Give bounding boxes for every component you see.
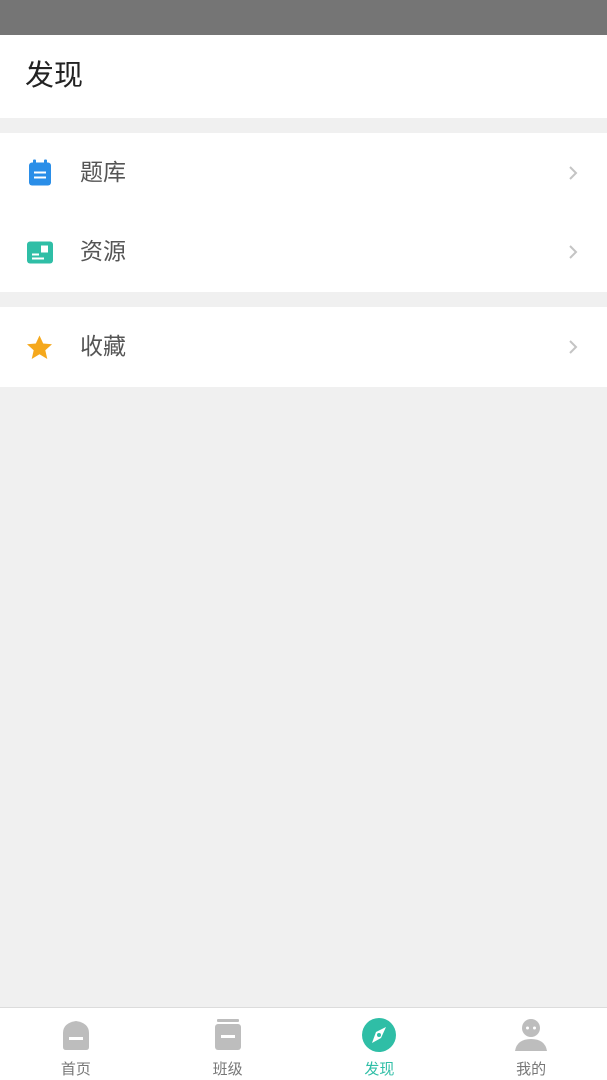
tab-profile[interactable]: 我的 bbox=[455, 1008, 607, 1080]
chevron-right-icon bbox=[567, 244, 579, 260]
bottom-tab-bar: 首页 班级 发现 我的 bbox=[0, 1007, 607, 1080]
chevron-right-icon bbox=[567, 165, 579, 181]
menu-item-resources[interactable]: 资源 bbox=[0, 213, 607, 293]
tab-home[interactable]: 首页 bbox=[0, 1008, 152, 1080]
tab-label: 我的 bbox=[516, 1060, 547, 1078]
menu-item-label: 题库 bbox=[80, 159, 126, 186]
tab-label: 首页 bbox=[60, 1060, 91, 1078]
home-icon bbox=[58, 1017, 94, 1053]
menu-item-label: 收藏 bbox=[80, 334, 126, 360]
question-bank-icon bbox=[26, 159, 53, 186]
menu-item-question-bank[interactable]: 题库 bbox=[0, 133, 607, 213]
class-icon bbox=[210, 1017, 246, 1053]
tab-class[interactable]: 班级 bbox=[152, 1008, 304, 1080]
resource-icon bbox=[26, 239, 53, 266]
header: 发现 bbox=[0, 35, 607, 118]
menu-item-favorites[interactable]: 收藏 bbox=[0, 307, 607, 387]
tab-discover[interactable]: 发现 bbox=[304, 1008, 456, 1080]
status-bar bbox=[0, 0, 607, 35]
tab-label: 发现 bbox=[364, 1060, 395, 1078]
profile-icon bbox=[513, 1017, 549, 1053]
chevron-right-icon bbox=[567, 339, 579, 355]
menu-item-label: 资源 bbox=[80, 239, 126, 266]
menu-group-primary: 题库 资源 bbox=[0, 133, 607, 292]
compass-icon bbox=[361, 1017, 397, 1053]
page-title: 发现 bbox=[25, 58, 84, 92]
menu-group-secondary: 收藏 bbox=[0, 307, 607, 387]
star-icon bbox=[26, 334, 53, 361]
tab-label: 班级 bbox=[212, 1060, 243, 1078]
